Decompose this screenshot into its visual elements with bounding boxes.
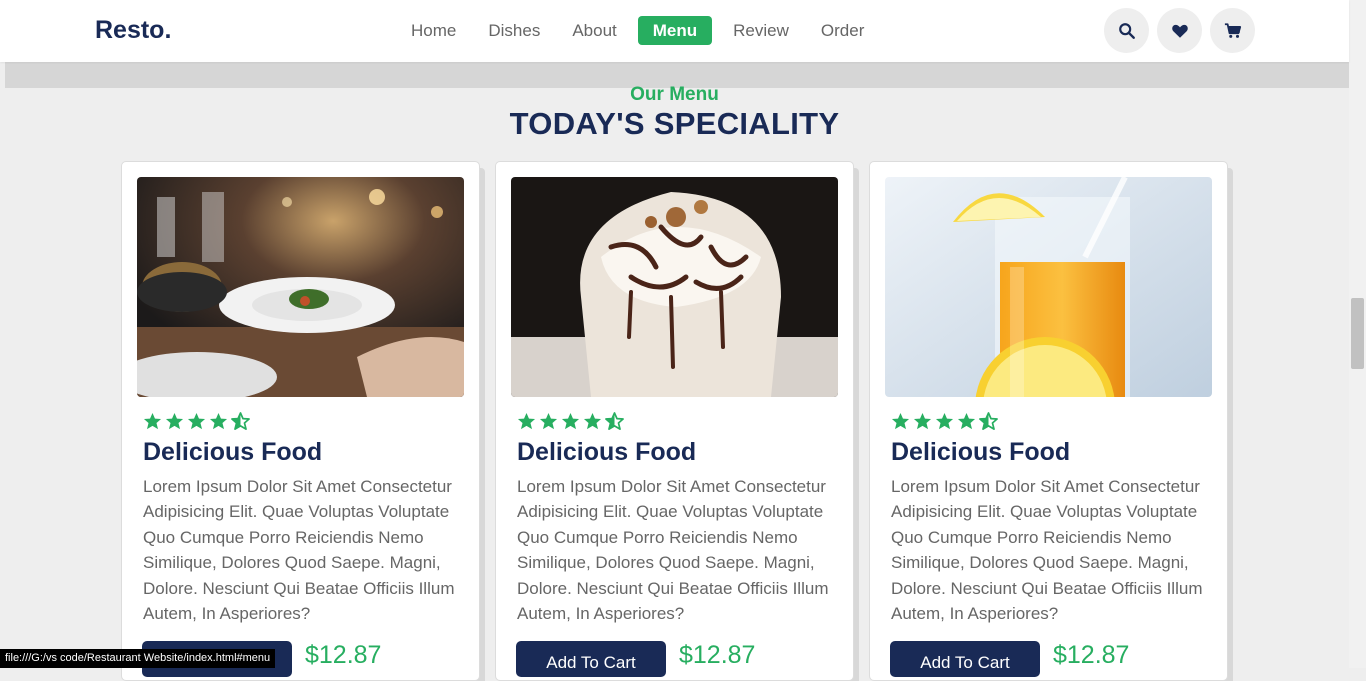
menu-card: Delicious Food Lorem Ipsum Dolor Sit Ame… xyxy=(869,161,1228,681)
star-icon xyxy=(143,412,162,430)
star-icon xyxy=(209,412,228,430)
section-subheading: Our Menu xyxy=(630,84,719,105)
card-title: Delicious Food xyxy=(143,438,323,466)
card-price: $12.87 xyxy=(1053,641,1130,669)
add-to-cart-button[interactable]: Add To Cart xyxy=(516,641,666,677)
nav-dishes[interactable]: Dishes xyxy=(477,16,551,45)
cart-icon xyxy=(1224,22,1241,38)
rating-stars xyxy=(143,412,250,431)
cart-button[interactable] xyxy=(1210,8,1255,53)
star-icon xyxy=(913,412,932,430)
wishlist-button[interactable] xyxy=(1157,8,1202,53)
site-logo[interactable]: Resto. xyxy=(95,16,171,45)
star-half-icon xyxy=(231,412,250,430)
card-description: Lorem Ipsum Dolor Sit Amet Consectetur A… xyxy=(517,477,829,624)
star-icon xyxy=(165,412,184,430)
search-icon xyxy=(1118,22,1135,39)
nav-review[interactable]: Review xyxy=(722,16,800,45)
card-title: Delicious Food xyxy=(891,438,1071,466)
star-icon xyxy=(561,412,580,430)
nav-menu[interactable]: Menu xyxy=(637,16,713,45)
menu-card: Delicious Food Lorem Ipsum Dolor Sit Ame… xyxy=(121,161,480,681)
header-icons xyxy=(1104,8,1255,53)
star-half-icon xyxy=(979,412,998,430)
heart-icon xyxy=(1171,24,1188,38)
add-to-cart-button[interactable]: Add To Cart xyxy=(890,641,1040,677)
star-icon xyxy=(583,412,602,430)
nav-home[interactable]: Home xyxy=(400,16,467,45)
menu-card: Delicious Food Lorem Ipsum Dolor Sit Ame… xyxy=(495,161,854,681)
star-icon xyxy=(957,412,976,430)
card-price: $12.87 xyxy=(305,641,382,669)
card-description: Lorem Ipsum Dolor Sit Amet Consectetur A… xyxy=(143,477,455,624)
card-title: Delicious Food xyxy=(517,438,697,466)
whipped-cream-dessert-photo xyxy=(511,177,838,397)
star-icon xyxy=(187,412,206,430)
scrollbar-thumb[interactable] xyxy=(1351,298,1364,369)
star-icon xyxy=(935,412,954,430)
star-half-icon xyxy=(605,412,624,430)
card-description: Lorem Ipsum Dolor Sit Amet Consectetur A… xyxy=(891,477,1203,624)
star-icon xyxy=(539,412,558,430)
orange-juice-photo xyxy=(885,177,1212,397)
card-price: $12.87 xyxy=(679,641,756,669)
restaurant-dinner-photo xyxy=(137,177,464,397)
nav-order[interactable]: Order xyxy=(810,16,875,45)
browser-status-bar: file:///G:/vs code/Restaurant Website/in… xyxy=(0,649,276,668)
site-header: Resto. Home Dishes About Menu Review Ord… xyxy=(0,0,1349,62)
search-button[interactable] xyxy=(1104,8,1149,53)
rating-stars xyxy=(891,412,998,431)
nav-about[interactable]: About xyxy=(561,16,627,45)
section-heading: TODAY'S SPECIALITY xyxy=(509,106,840,141)
rating-stars xyxy=(517,412,624,431)
star-icon xyxy=(517,412,536,430)
star-icon xyxy=(891,412,910,430)
main-nav: Home Dishes About Menu Review Order xyxy=(400,16,885,45)
